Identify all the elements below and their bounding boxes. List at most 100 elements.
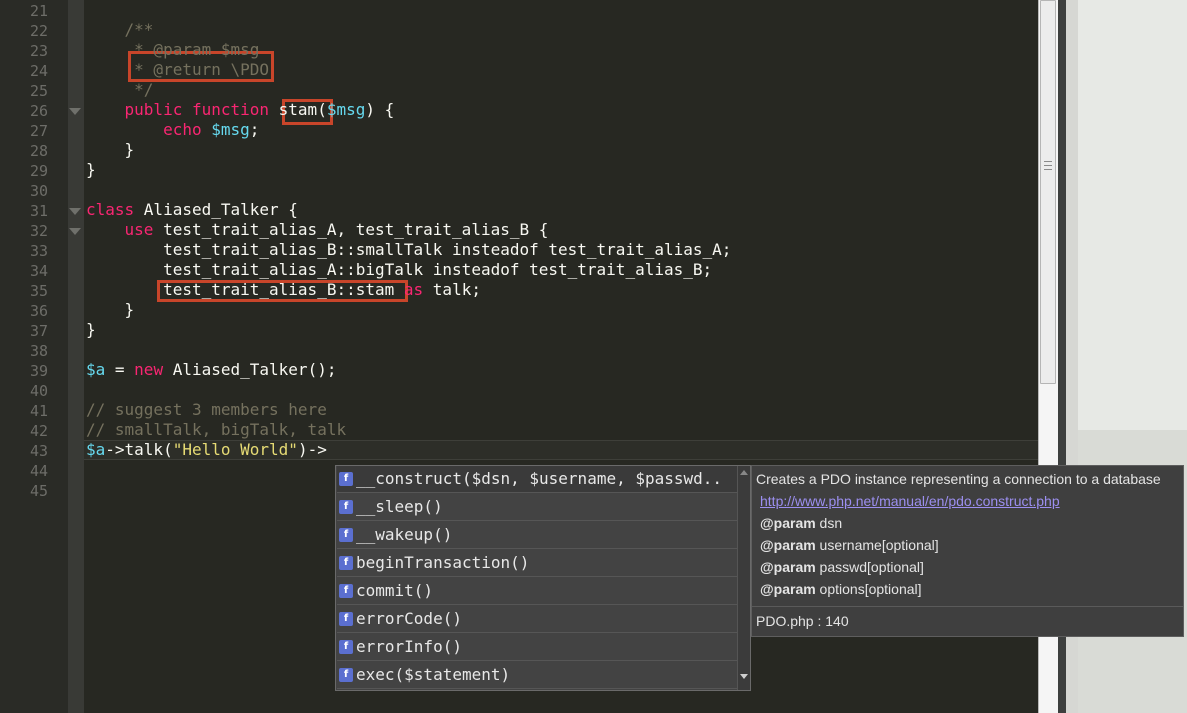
method-icon: f <box>339 640 353 654</box>
code-line[interactable]: * @param $msg <box>86 40 259 60</box>
code-token: $msg <box>211 120 250 139</box>
line-number: 40 <box>29 382 48 400</box>
completion-item-label: commit() <box>356 581 434 600</box>
code-line[interactable]: */ <box>86 80 153 100</box>
doc-divider <box>752 606 1183 607</box>
doc-param-row: @param dsn <box>760 515 842 531</box>
doc-param-text: dsn <box>815 515 843 531</box>
code-line[interactable]: } <box>86 160 96 180</box>
scroll-grip-line <box>1044 165 1052 166</box>
line-number: 45 <box>29 482 48 500</box>
code-line[interactable]: use test_trait_alias_A, test_trait_alias… <box>86 220 549 240</box>
fold-toggle-icon[interactable] <box>69 228 81 235</box>
completion-item[interactable]: f __wakeup() <box>337 522 737 549</box>
completion-item[interactable]: f exec($statement) <box>337 662 737 689</box>
scroll-grip-line <box>1044 169 1052 170</box>
code-token: } <box>86 140 135 159</box>
method-icon: f <box>339 472 353 486</box>
code-token: $msg <box>326 100 366 119</box>
code-token: echo <box>86 120 212 139</box>
doc-param-tag: @param <box>760 559 816 575</box>
completion-scrollbar[interactable] <box>737 466 750 690</box>
line-number: 28 <box>29 142 48 160</box>
code-token: * @param $msg <box>86 40 260 59</box>
code-completion-popup[interactable]: f __construct($dsn, $username, $passwd.. f… <box>335 465 751 691</box>
code-token: $a <box>86 440 106 459</box>
doc-param-tag: @param <box>760 581 816 597</box>
fold-toggle-icon[interactable] <box>69 208 81 215</box>
code-line[interactable]: echo $msg; <box>86 120 259 140</box>
doc-manual-link[interactable]: http://www.php.net/manual/en/pdo.constru… <box>760 493 1060 509</box>
code-token: new <box>134 360 173 379</box>
code-token: } <box>86 300 135 319</box>
completion-item[interactable]: f __construct($dsn, $username, $passwd.. <box>337 466 737 493</box>
doc-param-text: username[optional] <box>815 537 939 553</box>
code-line[interactable]: class Aliased_Talker { <box>86 200 298 220</box>
method-icon: f <box>339 612 353 626</box>
code-token: as <box>403 280 433 299</box>
completion-item[interactable]: f errorInfo() <box>337 634 737 661</box>
fold-toggle-icon[interactable] <box>69 108 81 115</box>
code-line[interactable]: // suggest 3 members here <box>86 400 327 420</box>
line-number: 21 <box>29 2 48 20</box>
code-line[interactable]: } <box>86 300 135 320</box>
code-token: class <box>86 200 144 219</box>
scroll-up-arrow-icon[interactable] <box>740 470 748 475</box>
scrollbar-thumb[interactable] <box>1040 0 1056 384</box>
doc-param-text: passwd[optional] <box>815 559 924 575</box>
code-token: talk; <box>432 280 481 299</box>
code-line[interactable]: public function stam($msg) { <box>86 100 395 120</box>
doc-param-row: @param passwd[optional] <box>760 559 924 575</box>
code-line[interactable]: * @return \PDO <box>86 60 269 80</box>
scroll-down-arrow-icon[interactable] <box>740 674 748 679</box>
line-number: 25 <box>29 82 48 100</box>
code-token: "Hello World" <box>172 440 298 459</box>
fold-column <box>68 0 84 713</box>
completion-item[interactable]: f __sleep() <box>337 494 737 521</box>
code-token: } <box>86 320 96 339</box>
completion-item-label: errorInfo() <box>356 637 462 656</box>
doc-source-location: PDO.php : 140 <box>756 613 849 629</box>
code-token: // smallTalk, bigTalk, talk <box>86 420 347 439</box>
doc-description: Creates a PDO instance representing a co… <box>756 471 1161 487</box>
code-token: use <box>86 220 164 239</box>
code-line[interactable]: } <box>86 140 135 160</box>
line-number: 31 <box>29 202 48 220</box>
code-line[interactable]: /** <box>86 20 154 40</box>
completion-item-label: __construct($dsn, $username, $passwd.. <box>356 469 723 488</box>
code-token: test_trait_alias_A::bigTalk insteadof te… <box>86 260 713 279</box>
line-number: 44 <box>29 462 48 480</box>
line-number: 43 <box>29 442 48 460</box>
code-token: ->talk( <box>105 440 173 459</box>
code-line[interactable]: $a = new Aliased_Talker(); <box>86 360 336 380</box>
doc-param-tag: @param <box>760 515 816 531</box>
code-line[interactable]: } <box>86 320 96 340</box>
scroll-grip-line <box>1044 161 1052 162</box>
code-token: test_trait_alias_B::stam <box>86 280 404 299</box>
code-token: } <box>86 160 96 179</box>
code-line[interactable]: // smallTalk, bigTalk, talk <box>86 420 346 440</box>
completion-item[interactable]: f commit() <box>337 578 737 605</box>
completion-item-label: __sleep() <box>356 497 443 516</box>
code-token: public function <box>86 100 279 119</box>
code-token: test_trait_alias_A, test_trait_alias_B { <box>163 220 549 239</box>
code-token: )-> <box>297 440 327 459</box>
code-token: stam( <box>278 100 327 119</box>
completion-item[interactable]: f beginTransaction() <box>337 550 737 577</box>
code-line[interactable]: test_trait_alias_B::stam as talk; <box>86 280 481 300</box>
completion-item[interactable]: f errorCode() <box>337 606 737 633</box>
line-number: 26 <box>29 102 48 120</box>
code-token: Aliased_Talker(); <box>172 360 337 379</box>
code-line[interactable]: test_trait_alias_A::bigTalk insteadof te… <box>86 260 712 280</box>
method-icon: f <box>339 556 353 570</box>
code-line[interactable]: $a->talk("Hello World")-> <box>86 440 327 460</box>
line-number: 39 <box>29 362 48 380</box>
line-number: 33 <box>29 242 48 260</box>
line-number: 41 <box>29 402 48 420</box>
doc-param-row: @param username[optional] <box>760 537 939 553</box>
code-token: Aliased_Talker { <box>143 200 298 219</box>
line-number: 27 <box>29 122 48 140</box>
doc-param-text: options[optional] <box>815 581 922 597</box>
code-line[interactable]: test_trait_alias_B::smallTalk insteadof … <box>86 240 731 260</box>
method-icon: f <box>339 528 353 542</box>
